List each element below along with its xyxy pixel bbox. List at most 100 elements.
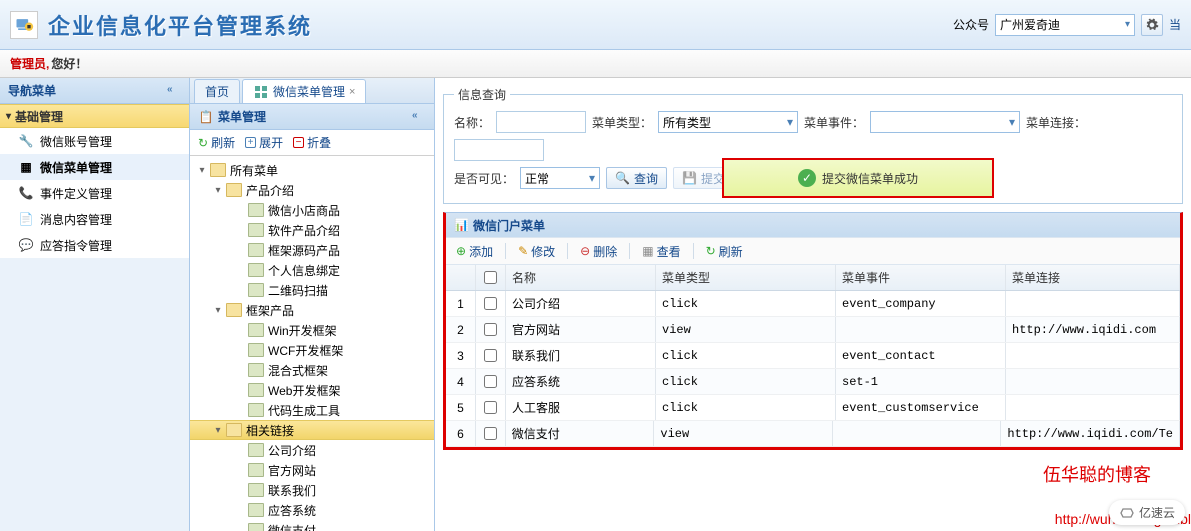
edit-button[interactable]: ✎修改 [518, 243, 555, 260]
tree-node[interactable]: ▾产品介绍 [190, 180, 434, 200]
tree-node[interactable]: 官方网站 [190, 460, 434, 480]
page-icon [248, 463, 264, 477]
success-toast: ✓ 提交微信菜单成功 [722, 158, 994, 198]
row-checkbox[interactable] [484, 297, 497, 310]
chevron-down-icon: ▾ [1009, 115, 1015, 129]
menu-tree[interactable]: ▾所有菜单▾产品介绍微信小店商品软件产品介绍框架源码产品个人信息绑定二维码扫描▾… [190, 156, 434, 531]
system-logo-icon [10, 11, 38, 39]
page-icon: 📄 [18, 211, 34, 227]
grid-header: 名称 菜单类型 菜单事件 菜单连接 [446, 265, 1180, 291]
nav-group-basic[interactable]: 基础管理 [0, 104, 189, 128]
tree-toggle-icon[interactable]: ▾ [196, 165, 208, 176]
tree-collapse-button[interactable]: −折叠 [293, 134, 331, 151]
brand-badge: 亿速云 [1109, 500, 1185, 525]
tree-node[interactable]: ▾相关链接 [190, 420, 434, 440]
tree-expand-button[interactable]: +展开 [245, 134, 283, 151]
name-input[interactable] [496, 111, 586, 133]
row-checkbox[interactable] [484, 323, 497, 336]
tree-node[interactable]: Web开发框架 [190, 380, 434, 400]
col-type: 菜单类型 [656, 265, 836, 290]
event-combo[interactable]: ▾ [870, 111, 1020, 133]
tree-node[interactable]: 微信支付 [190, 520, 434, 531]
query-button[interactable]: 🔍查询 [606, 167, 667, 189]
tree-node[interactable]: 软件产品介绍 [190, 220, 434, 240]
tree-node[interactable]: 个人信息绑定 [190, 260, 434, 280]
tree-node[interactable]: 公司介绍 [190, 440, 434, 460]
page-icon [248, 503, 264, 517]
tree-refresh-button[interactable]: ↻刷新 [198, 134, 235, 151]
account-selector[interactable]: 广州爱奇迪 ▾ [995, 14, 1135, 36]
tree-node[interactable]: 联系我们 [190, 480, 434, 500]
chevron-down-icon: ▾ [589, 171, 595, 185]
sidebar-item-微信账号管理[interactable]: 🔧微信账号管理 [0, 128, 189, 154]
folder-icon [226, 423, 242, 437]
grid-icon [253, 84, 269, 100]
tree-node[interactable]: 二维码扫描 [190, 280, 434, 300]
tree-node[interactable]: ▾框架产品 [190, 300, 434, 320]
tree-node[interactable]: WCF开发框架 [190, 340, 434, 360]
tab-close-icon[interactable]: × [349, 86, 355, 98]
tree-toggle-icon[interactable]: ▾ [212, 425, 224, 436]
page-icon [248, 443, 264, 457]
grid-toolbar: ⊕添加 ✎修改 ⊖删除 ▦查看 ↻刷新 [446, 237, 1180, 265]
sidebar-item-事件定义管理[interactable]: 📞事件定义管理 [0, 180, 189, 206]
sidebar-item-微信菜单管理[interactable]: ▦微信菜单管理 [0, 154, 189, 180]
table-row[interactable]: 2 官方网站 view http://www.iqidi.com [446, 317, 1180, 343]
tree-node[interactable]: ▾所有菜单 [190, 160, 434, 180]
add-button[interactable]: ⊕添加 [456, 243, 493, 260]
tree-node[interactable]: 框架源码产品 [190, 240, 434, 260]
name-label: 名称： [454, 114, 490, 131]
page-icon [248, 363, 264, 377]
row-checkbox[interactable] [484, 427, 497, 440]
folder-icon [210, 163, 226, 177]
link-label: 菜单连接： [1026, 114, 1086, 131]
type-combo[interactable]: 所有类型▾ [658, 111, 798, 133]
chevron-down-icon: ▾ [1125, 19, 1130, 30]
row-checkbox[interactable] [484, 401, 497, 414]
sidebar-item-消息内容管理[interactable]: 📄消息内容管理 [0, 206, 189, 232]
col-event: 菜单事件 [836, 265, 1006, 290]
page-icon [248, 283, 264, 297]
grid-panel: 📊微信门户菜单 ⊕添加 ✎修改 ⊖删除 ▦查看 ↻刷新 名称 菜单类型 菜单事件… [443, 212, 1183, 450]
table-row[interactable]: 1 公司介绍 click event_company [446, 291, 1180, 317]
nav-title: 导航菜单 « [0, 78, 189, 104]
refresh-button[interactable]: ↻刷新 [706, 243, 743, 260]
collapse-center-icon[interactable]: « [412, 110, 426, 124]
row-checkbox[interactable] [484, 349, 497, 362]
page-icon [248, 223, 264, 237]
sidebar-item-应答指令管理[interactable]: 💬应答指令管理 [0, 232, 189, 258]
visible-combo[interactable]: 正常▾ [520, 167, 600, 189]
page-icon [248, 523, 264, 531]
link-input[interactable] [454, 139, 544, 161]
table-row[interactable]: 4 应答系统 click set-1 [446, 369, 1180, 395]
view-button[interactable]: ▦查看 [642, 243, 680, 260]
tree-toggle-icon[interactable]: ▾ [212, 305, 224, 316]
refresh-icon: ↻ [706, 244, 716, 258]
row-checkbox[interactable] [484, 375, 497, 388]
tree-node[interactable]: 混合式框架 [190, 360, 434, 380]
tree-panel: 首页 微信菜单管理 × 📋菜单管理 « ↻刷新 +展开 −折叠 ▾所有菜单▾产品… [190, 78, 435, 531]
collapse-left-icon[interactable]: « [167, 84, 181, 98]
minus-icon: − [293, 137, 304, 148]
tree-panel-title: 📋菜单管理 « [190, 104, 434, 130]
table-row[interactable]: 6 微信支付 view http://www.iqidi.com/Te [446, 421, 1180, 447]
plus-icon: + [245, 137, 256, 148]
select-all-checkbox[interactable] [484, 271, 497, 284]
tab-home[interactable]: 首页 [194, 79, 240, 103]
tree-node[interactable]: Win开发框架 [190, 320, 434, 340]
table-row[interactable]: 5 人工客服 click event_customservice [446, 395, 1180, 421]
tree-node[interactable]: 应答系统 [190, 500, 434, 520]
table-row[interactable]: 3 联系我们 click event_contact [446, 343, 1180, 369]
folder-icon [226, 303, 242, 317]
search-legend: 信息查询 [454, 86, 510, 103]
tree-node[interactable]: 代码生成工具 [190, 400, 434, 420]
tree-toolbar: ↻刷新 +展开 −折叠 [190, 130, 434, 156]
tree-node[interactable]: 微信小店商品 [190, 200, 434, 220]
tree-toggle-icon[interactable]: ▾ [212, 185, 224, 196]
settings-icon-button[interactable] [1141, 14, 1163, 36]
welcome-bar: 管理员, 您好！ [0, 50, 1191, 78]
grid-title: 📊微信门户菜单 [446, 213, 1180, 237]
delete-button[interactable]: ⊖删除 [580, 243, 617, 260]
page-icon [248, 343, 264, 357]
tab-wechat-menu[interactable]: 微信菜单管理 × [242, 79, 366, 103]
